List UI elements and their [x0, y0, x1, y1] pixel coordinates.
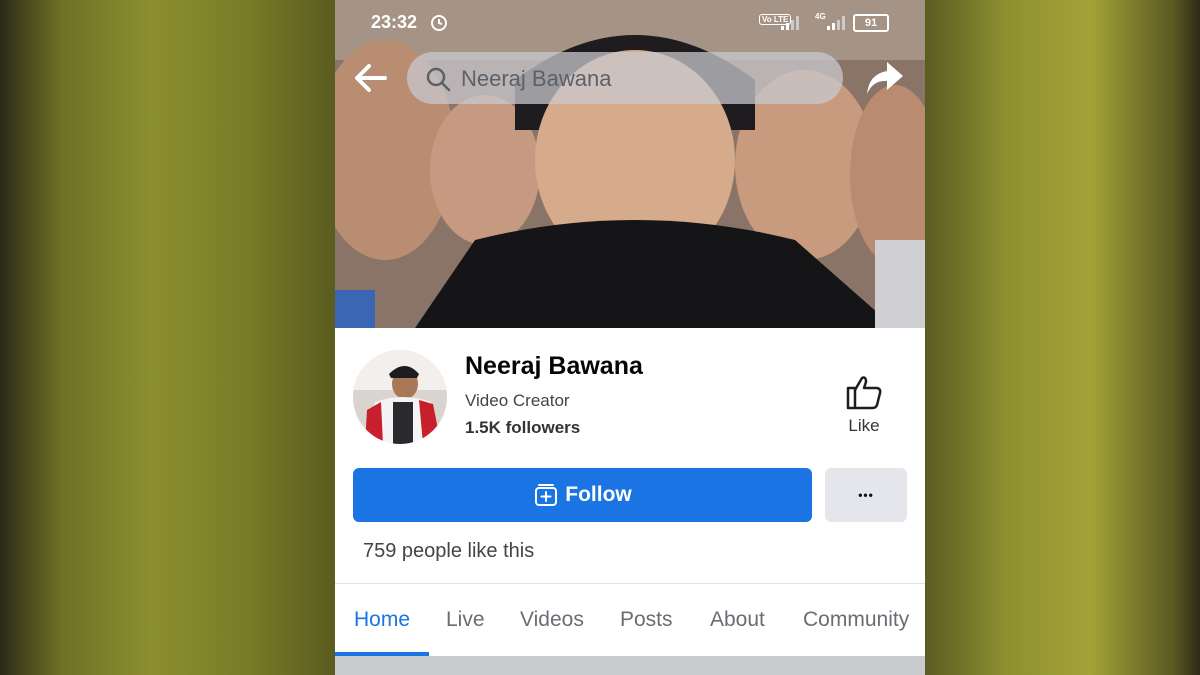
- cover-photo-image: [335, 0, 925, 328]
- battery-icon: 91: [853, 14, 889, 32]
- tab-videos[interactable]: Videos: [520, 608, 584, 632]
- search-icon: [425, 66, 451, 97]
- more-options-button[interactable]: •••: [825, 468, 907, 522]
- tab-community[interactable]: Community: [803, 608, 909, 632]
- avatar-image: [353, 350, 447, 444]
- thumbs-up-icon: [846, 376, 882, 410]
- tab-posts[interactable]: Posts: [620, 608, 673, 632]
- network-type: 4G: [815, 12, 826, 21]
- follow-label: Follow: [565, 483, 632, 506]
- signal-icon: [827, 14, 847, 35]
- phone-screen: 23:32 Vo LTE 4G 91 Neeraj Bawana Neeraj …: [335, 0, 925, 675]
- page-category: Video Creator: [465, 391, 570, 410]
- share-icon: [867, 62, 903, 94]
- back-button[interactable]: [351, 58, 391, 98]
- signal-icon: [781, 14, 803, 35]
- page-title: Neeraj Bawana: [465, 352, 643, 380]
- status-bar: 23:32 Vo LTE 4G 91: [335, 0, 925, 42]
- page-tabs: Home Live Videos Posts About Community: [335, 584, 925, 656]
- followers-count[interactable]: 1.5K followers: [465, 418, 580, 438]
- background-blur-left: [0, 0, 335, 675]
- alarm-icon: [429, 12, 449, 37]
- tab-live[interactable]: Live: [446, 608, 485, 632]
- like-label: Like: [848, 416, 880, 435]
- search-input[interactable]: Neeraj Bawana: [461, 66, 611, 92]
- share-button[interactable]: [865, 60, 905, 101]
- search-bar[interactable]: Neeraj Bawana: [407, 52, 843, 104]
- back-arrow-icon: [355, 64, 387, 92]
- follow-page-icon: [535, 484, 558, 506]
- avatar[interactable]: [353, 350, 447, 444]
- tab-home[interactable]: Home: [354, 608, 410, 632]
- content-separator: [335, 656, 925, 675]
- follow-button[interactable]: Follow: [353, 468, 812, 522]
- status-time: 23:32: [371, 12, 418, 32]
- tab-about[interactable]: About: [710, 608, 765, 632]
- background-blur-right: [925, 0, 1200, 675]
- more-icon: •••: [858, 488, 874, 502]
- cover-photo[interactable]: [335, 0, 925, 328]
- page-likes-count: 759 people like this: [363, 540, 535, 562]
- like-button[interactable]: Like: [833, 372, 895, 440]
